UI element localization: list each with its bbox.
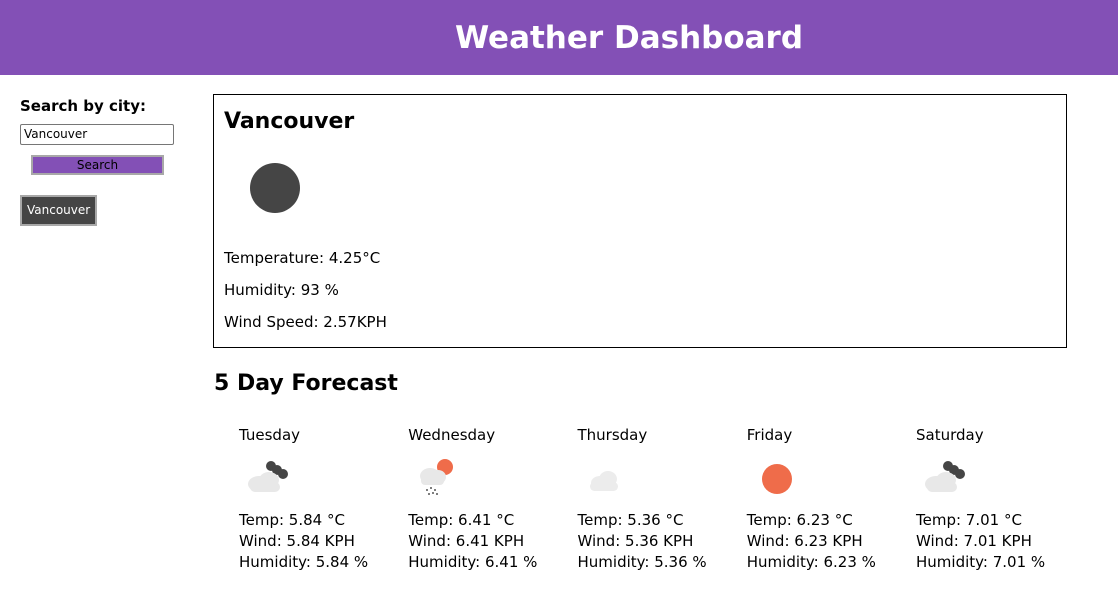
forecast-day-name: Wednesday [408, 426, 496, 444]
forecast-day-card: Tuesday Temp: 5.84 °C Wind: 5.84 KPH Hum… [239, 426, 408, 573]
forecast-wind: Wind: 7.01 KPH [916, 532, 1032, 550]
search-button[interactable]: Search [31, 154, 164, 175]
forecast-temp: Temp: 6.41 °C [408, 511, 515, 529]
forecast-humidity: Humidity: 6.41 % [408, 553, 538, 571]
current-city-name: Vancouver [224, 109, 355, 134]
forecast-title: 5 Day Forecast [214, 371, 398, 396]
forecast-humidity: Humidity: 7.01 % [916, 553, 1046, 571]
rain-sun-icon [420, 459, 454, 495]
forecast-day-name: Thursday [577, 426, 648, 444]
forecast-day-name: Saturday [916, 426, 984, 444]
current-weather-card: Vancouver Temperature: 4.25°C Humidity: … [213, 94, 1067, 348]
forecast-temp: Temp: 5.36 °C [577, 511, 684, 529]
forecast-wind: Wind: 5.84 KPH [239, 532, 355, 550]
forecast-day-card: Thursday Temp: 5.36 °C Wind: 5.36 KPH Hu… [578, 426, 747, 573]
cloudy-night-icon [248, 461, 288, 492]
forecast-day-name: Tuesday [239, 426, 301, 444]
forecast-humidity: Humidity: 6.23 % [746, 553, 876, 571]
forecast-wind: Wind: 6.23 KPH [746, 532, 863, 550]
forecast-wind: Wind: 5.36 KPH [577, 532, 694, 550]
forecast-humidity: Humidity: 5.84 % [239, 553, 369, 571]
forecast-day-card: Wednesday Temp: 6.41 °C Wind: 6.41 KPH H… [408, 426, 577, 573]
search-panel: Search by city: Search Vancouver [20, 97, 180, 226]
forecast-day-card: Friday Temp: 6.23 °C Wind: 6.23 KPH Humi… [747, 426, 916, 573]
forecast-temp: Temp: 6.23 °C [746, 511, 853, 529]
forecast-day-card: Saturday Temp: 7.01 °C Wind: 7.01 KPH Hu… [916, 426, 1085, 573]
cloud-icon [589, 471, 618, 491]
current-temperature: Temperature: 4.25°C [224, 249, 381, 267]
sun-icon [761, 464, 792, 494]
page-header: Weather Dashboard [0, 0, 1118, 75]
search-label: Search by city: [20, 97, 147, 115]
forecast-temp: Temp: 5.84 °C [239, 511, 345, 529]
forecast-list: Tuesday Temp: 5.84 °C Wind: 5.84 KPH Hum… [239, 426, 1085, 573]
forecast-wind: Wind: 6.41 KPH [408, 532, 525, 550]
page-title: Weather Dashboard [454, 19, 804, 56]
forecast-temp: Temp: 7.01 °C [916, 511, 1022, 529]
forecast-day-name: Friday [746, 426, 793, 444]
city-search-input[interactable] [20, 123, 174, 145]
cloudy-night-icon [925, 461, 965, 492]
current-wind-speed: Wind Speed: 2.57KPH [224, 313, 387, 331]
moon-icon [250, 163, 300, 213]
current-humidity: Humidity: 93 % [224, 281, 339, 299]
history-city-button[interactable]: Vancouver [20, 194, 98, 226]
forecast-humidity: Humidity: 5.36 % [577, 553, 707, 571]
